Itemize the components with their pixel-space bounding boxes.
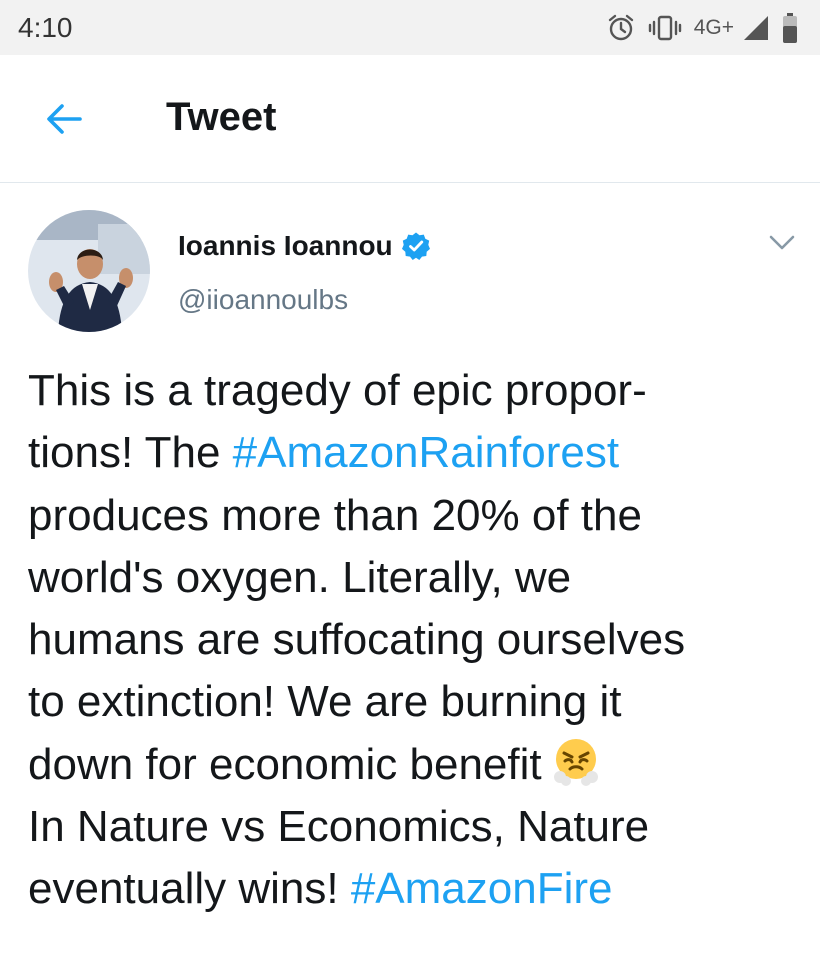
steam-face-emoji-icon: [550, 735, 602, 804]
chevron-down-icon: [769, 235, 795, 250]
verified-icon: [401, 232, 430, 260]
app-header: Tweet: [0, 55, 820, 183]
hashtag-amazonrainforest[interactable]: #AmazonRainforest: [233, 428, 619, 477]
status-time: 4:10: [18, 11, 73, 43]
status-icons: 4G+: [606, 12, 798, 44]
author-name-text: Ioannis Ioannou: [178, 230, 393, 261]
author-handle[interactable]: @iioannoulbs: [178, 284, 348, 316]
page-title: Tweet: [166, 95, 277, 139]
tweet-line: to extinction! We are burning it: [28, 677, 622, 727]
network-type: 4G+: [693, 15, 734, 39]
tweet-line: eventually wins! #AmazonFire: [28, 864, 613, 914]
tweet-line: humans are suffocating ourselves: [28, 615, 686, 665]
tweet-line: produces more than 20% of the: [28, 490, 642, 540]
battery-icon: [782, 12, 798, 44]
tweet-line: tions! The #AmazonRainforest: [28, 428, 620, 478]
back-button[interactable]: [36, 97, 92, 141]
tweet-text: This is a tragedy of epic propor- tions!…: [28, 360, 808, 921]
tweet: Ioannis Ioannou @iioannoulbs This is a t…: [0, 184, 820, 960]
more-options-button[interactable]: [764, 228, 800, 258]
tweet-line: This is a tragedy of epic propor-: [28, 366, 647, 415]
signal-icon: [742, 14, 770, 42]
avatar[interactable]: [28, 210, 150, 332]
tweet-line: world's oxygen. Literally, we: [28, 552, 572, 602]
alarm-icon: [606, 13, 636, 43]
hashtag-amazonfire[interactable]: #AmazonFire: [351, 864, 613, 913]
author-name[interactable]: Ioannis Ioannou: [178, 230, 431, 262]
tweet-line: down for economic benefit: [28, 734, 808, 796]
tweet-line: In Nature vs Economics, Nature: [28, 802, 650, 852]
back-arrow-icon: [47, 104, 82, 134]
status-bar: 4:10 4G+: [0, 0, 820, 55]
vibrate-icon: [648, 13, 682, 43]
